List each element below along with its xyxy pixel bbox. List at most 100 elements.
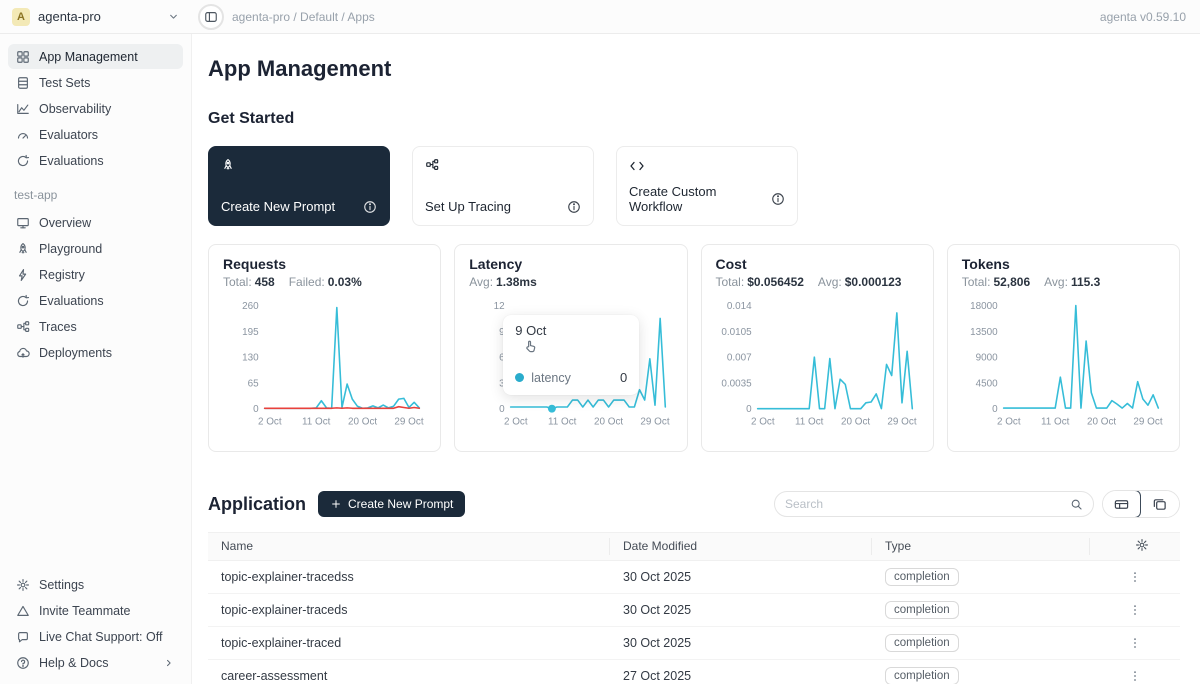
type-badge: completion	[885, 601, 959, 619]
sidebar-item-live-chat-support-off[interactable]: Live Chat Support: Off	[8, 624, 183, 649]
column-header-name[interactable]: Name	[208, 538, 610, 555]
requests-chart: 0651301952602 Oct11 Oct20 Oct29 Oct	[223, 295, 426, 445]
cursor-icon	[523, 339, 627, 354]
sidebar-item-help-docs[interactable]: Help & Docs	[8, 650, 183, 675]
svg-text:2 Oct: 2 Oct	[750, 417, 774, 428]
metric-card-title: Requests	[223, 256, 426, 272]
create-new-prompt-button[interactable]: Create New Prompt	[318, 491, 465, 517]
sidebar-item-traces[interactable]: Traces	[8, 314, 183, 339]
app-date-modified: 30 Oct 2025	[610, 603, 872, 617]
info-icon[interactable]	[567, 200, 581, 214]
sidebar-item-registry[interactable]: Registry	[8, 262, 183, 287]
sidebar-item-playground[interactable]: Playground	[8, 236, 183, 261]
sidebar-item-label: Test Sets	[39, 76, 90, 90]
svg-text:0: 0	[746, 404, 752, 415]
sidebar-main-nav: App Management Test Sets Observability E…	[8, 44, 183, 173]
sidebar-item-label: Live Chat Support: Off	[39, 630, 162, 644]
column-header-type[interactable]: Type	[872, 538, 1090, 555]
workspace-name: agenta-pro	[38, 9, 101, 24]
svg-text:29 Oct: 29 Oct	[641, 417, 670, 428]
sidebar-item-app-management[interactable]: App Management	[8, 44, 183, 69]
app-name: topic-explainer-tracedss	[208, 570, 610, 584]
sidebar-item-evaluations[interactable]: Evaluations	[8, 148, 183, 173]
svg-text:18000: 18000	[970, 301, 998, 312]
app-name: topic-explainer-traceds	[208, 603, 610, 617]
sidebar-item-overview[interactable]: Overview	[8, 210, 183, 235]
svg-text:2 Oct: 2 Oct	[997, 417, 1021, 428]
app-date-modified: 30 Oct 2025	[610, 636, 872, 650]
metric-card-tokens: Tokens Total:52,806Avg:115.3 04500900013…	[947, 244, 1180, 452]
gear-icon	[1135, 538, 1149, 555]
svg-text:130: 130	[242, 353, 259, 364]
legend-dot	[515, 373, 524, 382]
row-menu-button[interactable]	[1090, 669, 1180, 683]
info-icon[interactable]	[363, 200, 377, 214]
rocket-icon	[221, 158, 377, 172]
table-row[interactable]: topic-explainer-traced 30 Oct 2025 compl…	[208, 627, 1180, 660]
get-started-card-create-custom-workflow[interactable]: Create Custom Workflow	[616, 146, 798, 226]
sidebar-item-label: Settings	[39, 578, 84, 592]
search-box	[774, 491, 1094, 517]
help-icon	[16, 656, 30, 670]
svg-text:13500: 13500	[970, 327, 998, 338]
get-started-card-set-up-tracing[interactable]: Set Up Tracing	[412, 146, 594, 226]
sidebar-item-label: Evaluators	[39, 128, 98, 142]
row-menu-button[interactable]	[1090, 570, 1180, 584]
top-bar: A agenta-pro agenta-pro / Default / Apps…	[0, 0, 1200, 34]
svg-text:29 Oct: 29 Oct	[394, 417, 423, 428]
sidebar-item-deployments[interactable]: Deployments	[8, 340, 183, 365]
search-input[interactable]	[785, 497, 1070, 511]
table-view-button[interactable]	[1102, 490, 1141, 518]
info-icon[interactable]	[771, 192, 785, 206]
card-view-button[interactable]	[1140, 491, 1179, 517]
sidebar-item-evaluators[interactable]: Evaluators	[8, 122, 183, 147]
svg-text:9000: 9000	[975, 353, 998, 364]
type-badge: completion	[885, 568, 959, 586]
dots-vertical-icon	[1128, 636, 1142, 650]
sidebar-item-test-sets[interactable]: Test Sets	[8, 70, 183, 95]
svg-text:0.0035: 0.0035	[721, 378, 752, 389]
test-sets-icon	[16, 76, 30, 90]
row-menu-button[interactable]	[1090, 603, 1180, 617]
table-row[interactable]: topic-explainer-traceds 30 Oct 2025 comp…	[208, 594, 1180, 627]
table-row[interactable]: topic-explainer-tracedss 30 Oct 2025 com…	[208, 561, 1180, 594]
svg-text:0.014: 0.014	[726, 301, 751, 312]
triangle-icon	[16, 604, 30, 618]
bolt-icon	[16, 268, 30, 282]
plus-icon	[330, 498, 342, 510]
metric-cards: Requests Total:458Failed:0.03% 065130195…	[208, 244, 1180, 452]
svg-text:11 Oct: 11 Oct	[1041, 417, 1070, 428]
get-started-card-label: Set Up Tracing	[425, 199, 511, 214]
sidebar-section-label: test-app	[8, 174, 183, 210]
sidebar-item-invite-teammate[interactable]: Invite Teammate	[8, 598, 183, 623]
sidebar-item-label: Evaluations	[39, 154, 104, 168]
workspace-selector[interactable]: A agenta-pro	[0, 0, 192, 33]
sidebar-item-settings[interactable]: Settings	[8, 572, 183, 597]
table-row[interactable]: career-assessment 27 Oct 2025 completion	[208, 660, 1180, 684]
rocket-icon	[16, 242, 30, 256]
metric-card-title: Latency	[469, 256, 672, 272]
table-settings-button[interactable]	[1090, 538, 1180, 555]
row-menu-button[interactable]	[1090, 636, 1180, 650]
sidebar-item-label: Help & Docs	[39, 656, 108, 670]
get-started-card-create-new-prompt[interactable]: Create New Prompt	[208, 146, 390, 226]
svg-text:11 Oct: 11 Oct	[794, 417, 823, 428]
svg-text:0.007: 0.007	[726, 353, 751, 364]
sidebar: App Management Test Sets Observability E…	[0, 34, 192, 684]
applications-table: NameDate ModifiedType topic-explainer-tr…	[208, 532, 1180, 684]
sidebar-item-evaluations[interactable]: Evaluations	[8, 288, 183, 313]
svg-text:20 Oct: 20 Oct	[348, 417, 377, 428]
svg-text:12: 12	[494, 301, 506, 312]
svg-text:11 Oct: 11 Oct	[302, 417, 331, 428]
app-date-modified: 27 Oct 2025	[610, 669, 872, 683]
get-started-cards: Create New Prompt Set Up Tracing Create …	[208, 146, 1180, 226]
sidebar-item-label: Registry	[39, 268, 85, 282]
sidebar-collapse-button[interactable]	[198, 4, 224, 30]
cost-chart: 00.00350.0070.01050.0142 Oct11 Oct20 Oct…	[716, 295, 919, 445]
sidebar-item-label: Playground	[39, 242, 102, 256]
sidebar-item-observability[interactable]: Observability	[8, 96, 183, 121]
column-header-date-modified[interactable]: Date Modified	[610, 538, 872, 555]
sidebar-item-label: Overview	[39, 216, 91, 230]
metric-card-stats: Total:52,806Avg:115.3	[962, 275, 1165, 289]
svg-text:20 Oct: 20 Oct	[841, 417, 870, 428]
